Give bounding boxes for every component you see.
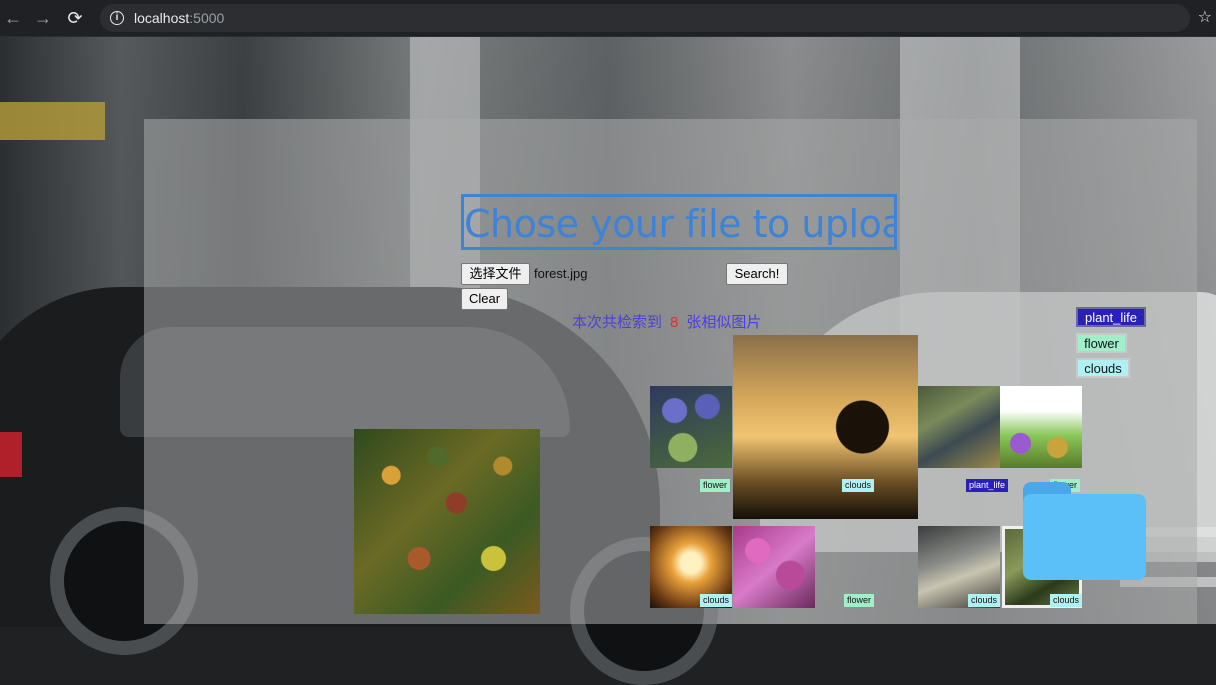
search-button[interactable]: Search!: [726, 263, 788, 285]
result-image-4[interactable]: [1000, 386, 1082, 468]
tag-button-flower[interactable]: flower: [1076, 333, 1127, 353]
result-image-3-label: plant_life: [966, 479, 1009, 492]
result-image-6[interactable]: [733, 526, 815, 608]
result-image-8-label: clouds: [1050, 594, 1083, 607]
result-image-7-label: clouds: [968, 594, 1001, 607]
choose-file-button[interactable]: 选择文件: [461, 263, 530, 285]
result-count: 8: [670, 314, 679, 331]
result-prefix: 本次共检索到: [572, 314, 663, 331]
address-bar[interactable]: i localhost:5000: [100, 4, 1190, 32]
info-icon[interactable]: i: [110, 11, 124, 25]
result-image-2-label: clouds: [842, 479, 875, 492]
result-image-2[interactable]: [733, 335, 918, 519]
folder-icon[interactable]: [1023, 482, 1146, 580]
reload-icon[interactable]: ⟳: [62, 5, 88, 31]
result-image-5-label: clouds: [700, 594, 733, 607]
bookmark-star-icon[interactable]: ☆: [1198, 5, 1212, 31]
result-image-1-label: flower: [700, 479, 731, 492]
url-text: localhost:5000: [134, 10, 225, 26]
result-image-1[interactable]: [650, 386, 732, 468]
page-title: Chose your file to upload: [461, 194, 897, 250]
clear-button[interactable]: Clear: [461, 288, 508, 310]
result-image-6-label: flower: [844, 594, 875, 607]
back-icon[interactable]: ←: [0, 5, 26, 31]
result-suffix: 张相似图片: [686, 314, 762, 331]
tag-button-plant-life[interactable]: plant_life: [1076, 307, 1146, 327]
browser-toolbar: ← → ⟳ i localhost:5000 ☆: [0, 0, 1216, 37]
selected-file-name: forest.jpg: [534, 266, 588, 281]
forward-icon[interactable]: →: [30, 5, 56, 31]
query-image-forest: [354, 429, 540, 614]
result-summary: 本次共检索到 8 张相似图片: [572, 313, 761, 333]
result-image-3[interactable]: [918, 386, 1000, 468]
tag-button-clouds[interactable]: clouds: [1076, 358, 1130, 378]
